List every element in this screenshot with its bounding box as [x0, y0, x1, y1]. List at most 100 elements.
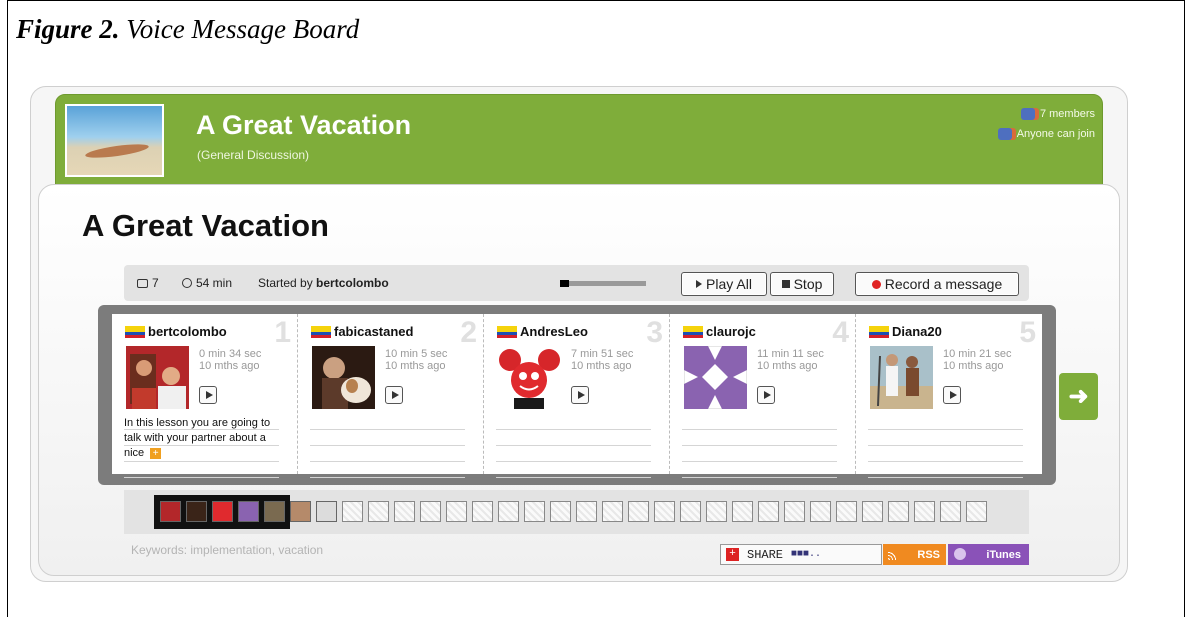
message-user[interactable]: claurojc [683, 324, 756, 339]
message-meta: 10 min 5 sec 10 mths ago [385, 348, 448, 372]
message-number: 2 [460, 316, 477, 349]
avatar[interactable] [498, 346, 561, 409]
message-thumbnail[interactable] [602, 501, 623, 522]
message-thumbnail[interactable] [836, 501, 857, 522]
expand-icon[interactable]: + [150, 448, 162, 459]
message-thumbnail[interactable] [394, 501, 415, 522]
started-by: Started by bertcolombo [258, 276, 389, 290]
message-thumbnail[interactable] [290, 501, 311, 522]
colombia-flag-icon [497, 326, 517, 338]
thread-duration: 54 min [182, 276, 232, 290]
message-card[interactable]: Diana20 5 10 min 21 sec 10 mths ago [856, 314, 1042, 478]
keywords: Keywords: implementation, vacation [131, 543, 324, 557]
play-all-button[interactable]: Play All [681, 272, 767, 296]
play-message-button[interactable] [571, 386, 589, 404]
message-user[interactable]: AndresLeo [497, 324, 588, 339]
started-by-user[interactable]: bertcolombo [316, 276, 389, 290]
message-card[interactable]: fabicastaned 2 10 min 5 sec 10 mths ago [298, 314, 484, 478]
share-button[interactable]: + SHARE ■■■.. [720, 544, 882, 565]
playback-progress[interactable] [560, 280, 646, 287]
avatar[interactable] [312, 346, 375, 409]
message-number: 4 [832, 316, 849, 349]
play-message-button[interactable] [943, 386, 961, 404]
message-card[interactable]: AndresLeo 3 7 min 51 sec 10 mths ago [484, 314, 670, 478]
message-thumbnail[interactable] [758, 501, 779, 522]
group-meta: 7 members Anyone can join [997, 104, 1095, 144]
avatar[interactable] [870, 346, 933, 409]
message-thumbnail[interactable] [810, 501, 831, 522]
colombia-flag-icon [683, 326, 703, 338]
record-icon [871, 279, 881, 289]
rss-button[interactable]: RSS [883, 544, 946, 565]
message-number: 5 [1019, 316, 1036, 349]
message-thumbnail[interactable] [264, 501, 285, 522]
next-page-arrow-icon[interactable]: ➜ [1059, 373, 1098, 420]
share-services-icon: ■■■.. [791, 549, 822, 560]
itunes-button[interactable]: iTunes [948, 544, 1029, 565]
message-thumbnail[interactable] [732, 501, 753, 522]
avatar[interactable] [684, 346, 747, 409]
message-user[interactable]: fabicastaned [311, 324, 413, 339]
message-thumbnail[interactable] [914, 501, 935, 522]
message-thumbnail[interactable] [472, 501, 493, 522]
play-message-button[interactable] [385, 386, 403, 404]
comment-icon [137, 279, 148, 288]
message-thumbnail[interactable] [654, 501, 675, 522]
message-card[interactable]: claurojc 4 11 min 11 sec 10 mths ago [670, 314, 856, 478]
message-card[interactable]: bertcolombo 1 0 min 34 sec 10 mths ago In… [112, 314, 298, 478]
share-plus-icon: + [726, 548, 739, 561]
group-title[interactable]: A Great Vacation [196, 110, 411, 141]
message-thumbnail[interactable] [784, 501, 805, 522]
join-icon [997, 128, 1012, 140]
message-thumbnail[interactable] [862, 501, 883, 522]
message-text: In this lesson you are going to talk wit… [124, 417, 271, 459]
clock-icon [182, 278, 192, 288]
members-count[interactable]: 7 members [1040, 108, 1095, 120]
colombia-flag-icon [311, 326, 331, 338]
message-thumbnail[interactable] [550, 501, 571, 522]
message-thumbnail[interactable] [238, 501, 259, 522]
figure-label: Figure 2. [16, 14, 120, 44]
message-thumbnail[interactable] [446, 501, 467, 522]
group-subtitle: (General Discussion) [197, 148, 310, 162]
playback-progress-fill [560, 280, 569, 287]
play-icon [696, 280, 703, 288]
colombia-flag-icon [869, 326, 889, 338]
figure-title: Voice Message Board [126, 14, 360, 44]
message-thumbnail[interactable] [420, 501, 441, 522]
message-thumbnail[interactable] [368, 501, 389, 522]
message-number: 1 [274, 316, 291, 349]
message-user[interactable]: bertcolombo [125, 324, 227, 339]
message-thumbnail[interactable] [316, 501, 337, 522]
message-thumbnail[interactable] [966, 501, 987, 522]
record-message-button[interactable]: Record a message [855, 272, 1019, 296]
message-thumbnail[interactable] [160, 501, 181, 522]
play-message-button[interactable] [199, 386, 217, 404]
message-meta: 0 min 34 sec 10 mths ago [199, 348, 262, 372]
stop-button[interactable]: Stop [770, 272, 834, 296]
colombia-flag-icon [125, 326, 145, 338]
message-meta: 7 min 51 sec 10 mths ago [571, 348, 634, 372]
message-thumbnail[interactable] [498, 501, 519, 522]
message-thumbnail[interactable] [680, 501, 701, 522]
message-thumbnail[interactable] [628, 501, 649, 522]
comment-count: 7 [137, 276, 159, 290]
play-message-button[interactable] [757, 386, 775, 404]
message-thumbnail[interactable] [940, 501, 961, 522]
message-meta: 11 min 11 sec 10 mths ago [757, 348, 824, 372]
members-icon [1020, 108, 1035, 120]
group-thumbnail[interactable] [65, 104, 164, 177]
message-thumbnail[interactable] [186, 501, 207, 522]
figure-caption: Figure 2. Voice Message Board [16, 14, 359, 45]
message-thumbnail[interactable] [524, 501, 545, 522]
message-thumbnail[interactable] [576, 501, 597, 522]
join-policy: Anyone can join [1016, 128, 1095, 140]
message-meta: 10 min 21 sec 10 mths ago [943, 348, 1012, 372]
message-number: 3 [646, 316, 663, 349]
message-thumbnail[interactable] [342, 501, 363, 522]
message-thumbnail[interactable] [706, 501, 727, 522]
message-user[interactable]: Diana20 [869, 324, 942, 339]
message-thumbnail[interactable] [888, 501, 909, 522]
avatar[interactable] [126, 346, 189, 409]
message-thumbnail[interactable] [212, 501, 233, 522]
